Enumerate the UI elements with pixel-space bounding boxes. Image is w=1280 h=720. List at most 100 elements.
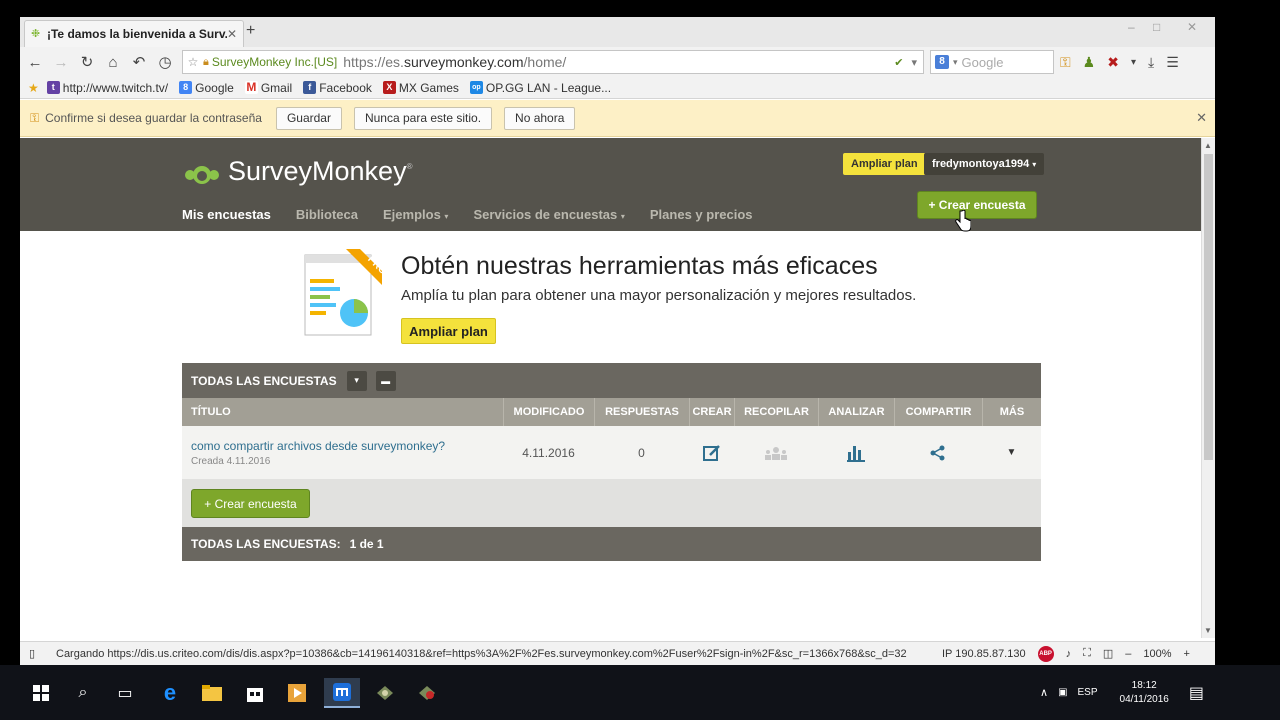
tab-close-icon[interactable]: ✕	[227, 27, 237, 41]
surveymonkey-logo[interactable]: SurveyMonkey ®	[182, 156, 412, 187]
back-icon[interactable]: ←	[22, 54, 48, 71]
url-text[interactable]: https://es.surveymonkey.com/home/	[343, 54, 566, 70]
sidebar-toggle-icon[interactable]: ▯	[29, 647, 35, 660]
minimize-icon[interactable]: –	[1128, 20, 1135, 34]
folder-icon[interactable]: ▬	[375, 370, 396, 391]
edge-icon[interactable]: e	[155, 678, 185, 708]
nav-ejemplos[interactable]: Ejemplos ▾	[383, 207, 448, 222]
nav-planes[interactable]: Planes y precios	[650, 207, 753, 222]
windows-start-icon[interactable]	[26, 678, 56, 708]
mx-games-extension-icon[interactable]: ✖	[1107, 54, 1119, 71]
notifications-icon[interactable]: ▤	[1189, 683, 1204, 703]
create-survey-button[interactable]: + Crear encuesta	[917, 191, 1037, 219]
network-icon[interactable]: ▣	[1058, 687, 1067, 698]
vertical-scrollbar[interactable]: ▲ ▼	[1201, 138, 1215, 638]
bookmarks-star-icon[interactable]: ★	[28, 81, 39, 95]
promo-title: Obtén nuestras herramientas más eficaces	[401, 252, 878, 280]
split-view-icon[interactable]: ◫	[1103, 647, 1113, 660]
scroll-up-icon[interactable]: ▲	[1204, 141, 1212, 150]
bookmark-gmail[interactable]: M Gmail	[244, 81, 292, 95]
bookmark-mx-games[interactable]: X MX Games	[382, 81, 459, 95]
browser-taskbar-icon[interactable]	[324, 678, 360, 708]
adblock-icon[interactable]: ABP	[1037, 645, 1054, 662]
close-password-bar-icon[interactable]: ✕	[1196, 110, 1207, 126]
media-player-icon[interactable]	[282, 678, 312, 708]
reload-icon[interactable]: ↻	[74, 53, 100, 71]
bookmark-opgg[interactable]: op OP.GG LAN - League...	[469, 81, 611, 95]
url-dropdown-icon[interactable]: ▾	[911, 56, 917, 69]
column-headers: TÍTULO MODIFICADO RESPUESTAS CREAR RECOP…	[182, 398, 1041, 426]
undo-icon[interactable]: ↶	[126, 53, 152, 71]
history-icon[interactable]: ◷	[152, 53, 178, 71]
screen-border-right	[1215, 0, 1280, 665]
app-taskbar-icon-1[interactable]	[370, 678, 400, 708]
save-password-button[interactable]: Guardar	[275, 106, 342, 130]
language-indicator[interactable]: ESP	[1078, 687, 1098, 698]
file-explorer-icon[interactable]	[197, 678, 227, 708]
app-taskbar-icon-2[interactable]	[412, 678, 442, 708]
zoom-in-icon[interactable]: +	[1183, 648, 1189, 660]
address-bar[interactable]: ☆ 🔒︎ SurveyMonkey Inc.[US] https://es.su…	[182, 50, 924, 74]
zoom-out-icon[interactable]: –	[1125, 648, 1131, 660]
analyze-results-icon[interactable]	[818, 426, 894, 479]
menu-icon[interactable]: ☰	[1166, 54, 1179, 71]
col-titulo[interactable]: TÍTULO	[182, 398, 503, 426]
bookmark-twitch[interactable]: t http://www.twitch.tv/	[46, 81, 168, 95]
tab-strip: ❉ ¡Te damos la bienvenida a Surv... ✕ + …	[20, 17, 1215, 47]
scroll-thumb[interactable]	[1204, 154, 1213, 460]
password-message: Confirme si desea guardar la contraseña	[45, 111, 262, 125]
never-save-button[interactable]: Nunca para este sitio.	[353, 106, 493, 130]
promo-subtitle: Amplía tu plan para obtener una mayor pe…	[401, 287, 917, 304]
edit-survey-icon[interactable]	[689, 426, 734, 479]
tab-surveymonkey[interactable]: ❉ ¡Te damos la bienvenida a Surv... ✕	[24, 20, 244, 47]
maximize-icon[interactable]: □	[1153, 20, 1160, 34]
ip-address: IP 190.85.87.130	[942, 647, 1026, 660]
password-key-icon: ⚿	[30, 110, 40, 125]
create-survey-bottom-button[interactable]: + Crear encuesta	[191, 489, 310, 518]
search-box[interactable]: 8 ▾ Google	[930, 50, 1054, 74]
status-right: IP 190.85.87.130 ABP ♪ ⛶ ◫ – 100% +	[942, 645, 1190, 662]
tray-expand-icon[interactable]: ∧	[1040, 686, 1048, 699]
store-icon[interactable]	[240, 678, 270, 708]
nav-mis-encuestas[interactable]: Mis encuestas	[182, 207, 271, 222]
google-search-icon[interactable]: 8	[935, 55, 949, 69]
col-respuestas[interactable]: RESPUESTAS	[594, 398, 689, 426]
survey-title-link[interactable]: como compartir archivos desde surveymonk…	[191, 439, 445, 453]
search-icon[interactable]: ⌕	[68, 678, 98, 708]
close-window-icon[interactable]: ✕	[1187, 20, 1197, 34]
nav-servicios[interactable]: Servicios de encuestas ▾	[473, 207, 624, 222]
home-icon[interactable]: ⌂	[100, 54, 126, 71]
forward-icon[interactable]: →	[48, 54, 74, 71]
more-options-icon[interactable]: ▼	[982, 426, 1041, 479]
new-tab-button[interactable]: +	[246, 22, 255, 40]
share-survey-icon[interactable]	[894, 426, 982, 479]
task-view-icon[interactable]: ▭	[110, 678, 140, 708]
surveys-dropdown-icon[interactable]: ▾	[346, 370, 367, 391]
bookmark-google[interactable]: 8 Google	[179, 81, 234, 95]
surveys-heading: TODAS LAS ENCUESTAS	[191, 373, 337, 388]
zoom-level: 100%	[1143, 647, 1172, 660]
nav-biblioteca[interactable]: Biblioteca	[296, 207, 358, 222]
collect-responses-icon[interactable]	[734, 426, 818, 479]
user-menu[interactable]: fredymontoya1994 ▾	[924, 153, 1045, 175]
bookmark-star-icon[interactable]: ☆	[183, 55, 203, 69]
volume-icon[interactable]: ♪	[1066, 648, 1072, 660]
extension-pin-icon[interactable]: ✔	[894, 56, 903, 69]
certificate-owner[interactable]: SurveyMonkey Inc.[US]	[212, 55, 337, 69]
user-extension-icon[interactable]: ♟	[1083, 54, 1096, 71]
key-icon[interactable]: ⚿	[1060, 54, 1071, 71]
survey-responses: 0	[638, 445, 645, 460]
fullscreen-icon[interactable]: ⛶	[1083, 647, 1091, 660]
download-icon[interactable]: ⤓	[1148, 54, 1154, 71]
upgrade-button[interactable]: Ampliar plan	[843, 153, 926, 175]
not-now-button[interactable]: No ahora	[504, 106, 576, 130]
bookmark-facebook[interactable]: f Facebook	[303, 81, 372, 95]
navigation-bar: ← → ↻ ⌂ ↶ ◷ ☆ 🔒︎ SurveyMonkey Inc.[US] h…	[20, 47, 1215, 77]
scroll-down-icon[interactable]: ▼	[1204, 626, 1212, 635]
col-modificado[interactable]: MODIFICADO	[503, 398, 594, 426]
survey-modified: 4.11.2016	[522, 445, 575, 460]
extensions-dropdown-icon[interactable]: ▾	[1131, 57, 1136, 68]
search-engine-dropdown-icon[interactable]: ▾	[953, 57, 958, 68]
promo-upgrade-button[interactable]: Ampliar plan	[401, 318, 496, 344]
clock[interactable]: 18:12 04/11/2016	[1120, 679, 1169, 707]
